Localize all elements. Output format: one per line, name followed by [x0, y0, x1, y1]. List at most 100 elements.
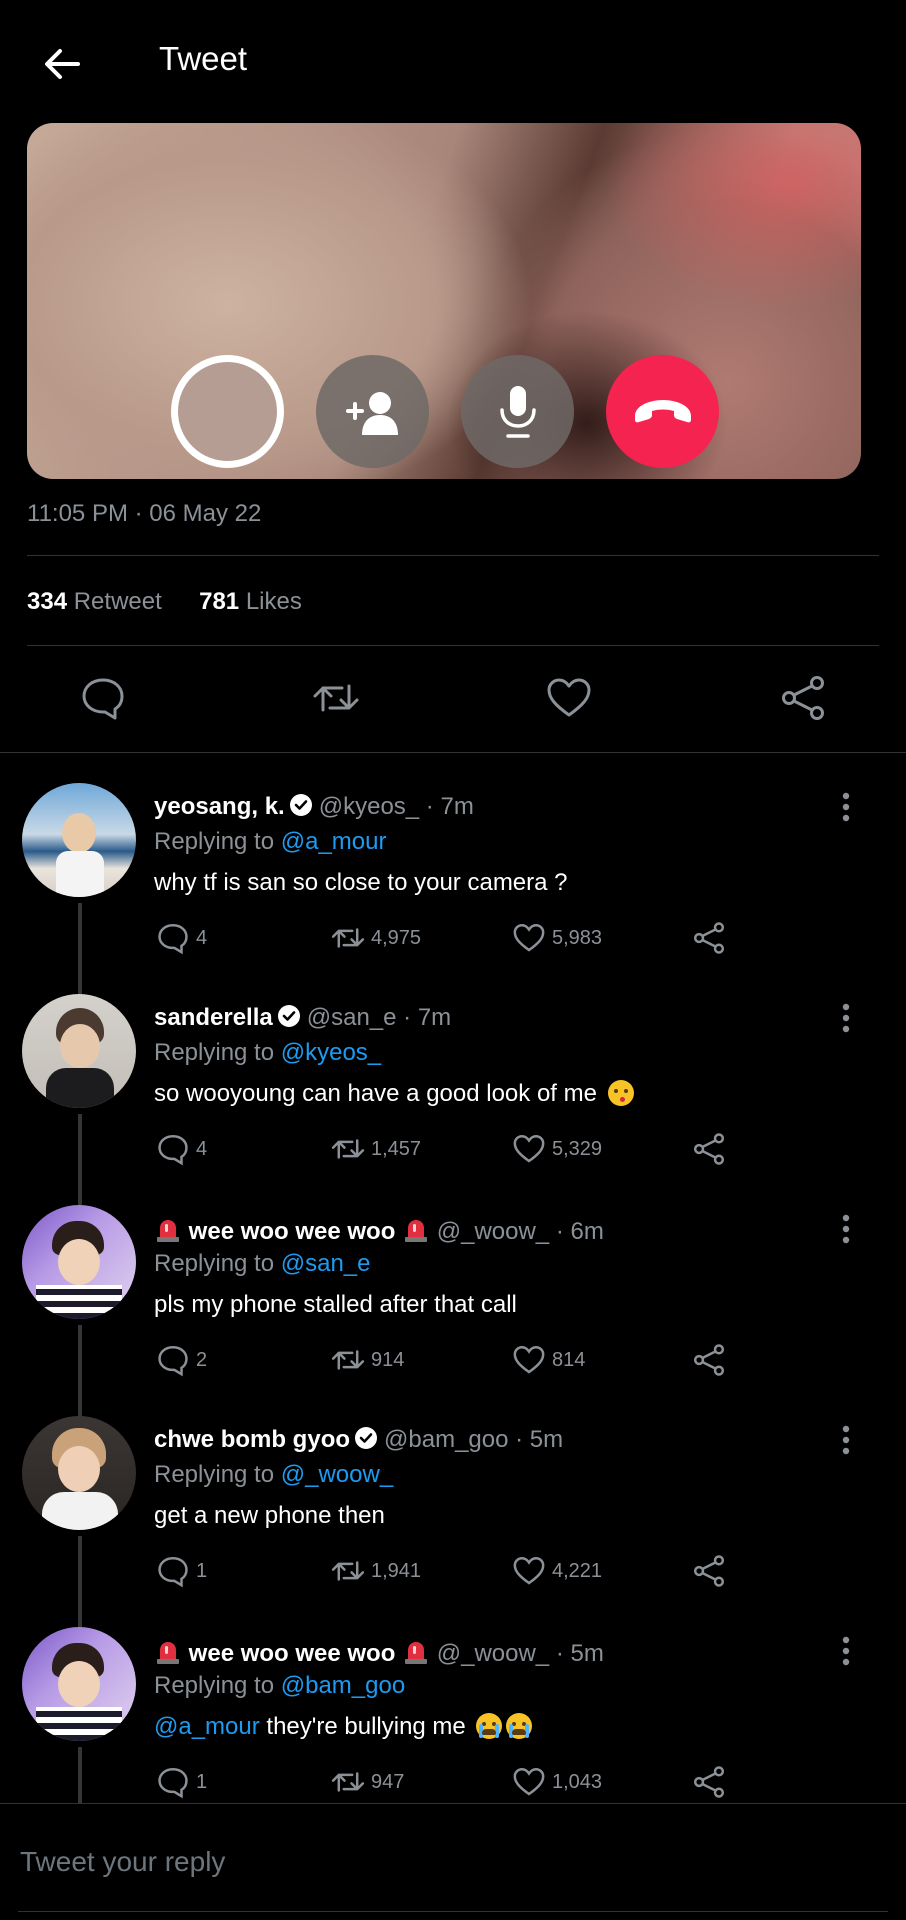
share-button[interactable] [692, 1132, 726, 1166]
like-count-button[interactable]: 1,043 [512, 1765, 602, 1799]
reply-count-button[interactable]: 4 [156, 1132, 207, 1166]
reply-composer [0, 1803, 906, 1920]
crying-face-emoji-icon [506, 1713, 533, 1739]
replying-label: Replying to [154, 1672, 275, 1699]
mention-link[interactable]: @kyeos_ [281, 1039, 381, 1066]
tweet-reply-input[interactable] [18, 1839, 882, 1885]
heart-icon [513, 924, 545, 952]
reply-header: wee woo wee woo @_woow_ · 6m [154, 1215, 604, 1246]
avatar[interactable] [22, 1416, 136, 1530]
thread-line [78, 903, 82, 995]
reply-count-button[interactable]: 2 [156, 1343, 207, 1377]
like-button[interactable] [545, 674, 593, 722]
retweet-count-button[interactable]: 4,975 [331, 921, 421, 955]
divider [27, 645, 879, 646]
reply-text: get a new phone then [154, 1502, 385, 1530]
display-name[interactable]: yeosang, k. [154, 793, 285, 820]
mention-link[interactable]: @a_mour [281, 828, 387, 855]
like-count-button[interactable]: 814 [512, 1343, 585, 1377]
more-options-button[interactable] [836, 791, 856, 823]
avatar[interactable] [22, 994, 136, 1108]
reply-count-button[interactable]: 4 [156, 921, 207, 955]
top-bar: Tweet [0, 0, 906, 120]
comment-icon [158, 1557, 188, 1588]
likes-count: 781 [199, 588, 240, 615]
divider [18, 1911, 888, 1912]
avatar[interactable] [22, 783, 136, 897]
more-options-button[interactable] [836, 1635, 856, 1667]
retweet-icon [331, 928, 365, 948]
verified-badge-icon [277, 1005, 300, 1027]
avatar[interactable] [22, 1627, 136, 1741]
replying-label: Replying to [154, 1039, 275, 1066]
retweet-icon [331, 1350, 365, 1370]
share-button[interactable] [692, 1765, 726, 1799]
handle-time: @san_e · 7m [306, 1004, 452, 1031]
reply-button[interactable] [79, 674, 127, 722]
reply-tweet[interactable]: chwe bomb gyoo @bam_goo · 5m Replying to … [0, 1416, 906, 1628]
share-button[interactable] [692, 1554, 726, 1588]
avatar[interactable] [22, 1205, 136, 1319]
display-name[interactable]: wee woo wee woo [189, 1640, 396, 1667]
display-name[interactable]: sanderella [154, 1004, 273, 1031]
retweet-count: 1,941 [371, 1559, 422, 1582]
mention-link[interactable]: @san_e [281, 1250, 371, 1277]
display-name[interactable]: chwe bomb gyoo [154, 1426, 350, 1453]
like-count-button[interactable]: 4,221 [512, 1554, 602, 1588]
camera-preview [171, 355, 284, 468]
replying-label: Replying to [154, 828, 275, 855]
reply-tweet[interactable]: yeosang, k. @kyeos_ · 7m Replying to @a_m… [0, 783, 906, 995]
retweet-count: 947 [371, 1770, 405, 1793]
add-person-button [316, 355, 429, 468]
more-vertical-icon [842, 1425, 850, 1455]
likes-stat[interactable]: 781 Likes [199, 588, 302, 615]
share-button[interactable] [779, 674, 827, 722]
mute-button [461, 355, 574, 468]
siren-icon [157, 1642, 179, 1664]
replying-label: Replying to [154, 1461, 275, 1488]
reply-text-content: so wooyoung can have a good look of me [154, 1080, 597, 1107]
like-count: 1,043 [552, 1770, 603, 1793]
share-button[interactable] [692, 1343, 726, 1377]
tweet-stats: 334 Retweet 781 Likes [27, 588, 302, 616]
heart-icon [513, 1346, 545, 1374]
mention-link[interactable]: @_woow_ [281, 1461, 393, 1488]
reply-tweet[interactable]: sanderella @san_e · 7m Replying to @kyeos… [0, 994, 906, 1206]
share-icon [693, 1344, 725, 1376]
retweet-stat[interactable]: 334 Retweet [27, 588, 162, 615]
back-button[interactable] [38, 40, 86, 88]
share-icon [693, 922, 725, 954]
comment-icon [158, 1768, 188, 1799]
more-options-button[interactable] [836, 1424, 856, 1456]
retweet-count-button[interactable]: 947 [331, 1765, 404, 1799]
more-vertical-icon [842, 1003, 850, 1033]
replying-label: Replying to [154, 1250, 275, 1277]
retweet-count-button[interactable]: 1,941 [331, 1554, 421, 1588]
comment-icon [158, 1346, 188, 1377]
retweet-count: 914 [371, 1348, 405, 1371]
divider [27, 555, 879, 556]
reply-count: 2 [196, 1348, 208, 1371]
reply-header: chwe bomb gyoo @bam_goo · 5m [154, 1426, 563, 1454]
add-person-icon [345, 391, 398, 435]
reply-count-button[interactable]: 1 [156, 1554, 207, 1588]
like-count-button[interactable]: 5,329 [512, 1132, 602, 1166]
retweet-button[interactable] [312, 674, 360, 722]
mention-link[interactable]: @a_mour [154, 1713, 260, 1740]
retweet-count-button[interactable]: 1,457 [331, 1132, 421, 1166]
reply-header: wee woo wee woo @_woow_ · 5m [154, 1637, 604, 1668]
likes-label: Likes [245, 588, 302, 615]
more-options-button[interactable] [836, 1213, 856, 1245]
tweet-media-image[interactable] [27, 123, 861, 479]
heart-icon [513, 1768, 545, 1796]
mention-link[interactable]: @bam_goo [281, 1672, 405, 1699]
like-count-button[interactable]: 5,983 [512, 921, 602, 955]
share-button[interactable] [692, 921, 726, 955]
retweet-count-button[interactable]: 914 [331, 1343, 404, 1377]
more-options-button[interactable] [836, 1002, 856, 1034]
display-name[interactable]: wee woo wee woo [189, 1218, 396, 1245]
divider [0, 752, 906, 753]
handle-time: @bam_goo · 5m [384, 1426, 564, 1453]
reply-tweet[interactable]: wee woo wee woo @_woow_ · 6m Replying to… [0, 1205, 906, 1417]
reply-count-button[interactable]: 1 [156, 1765, 207, 1799]
